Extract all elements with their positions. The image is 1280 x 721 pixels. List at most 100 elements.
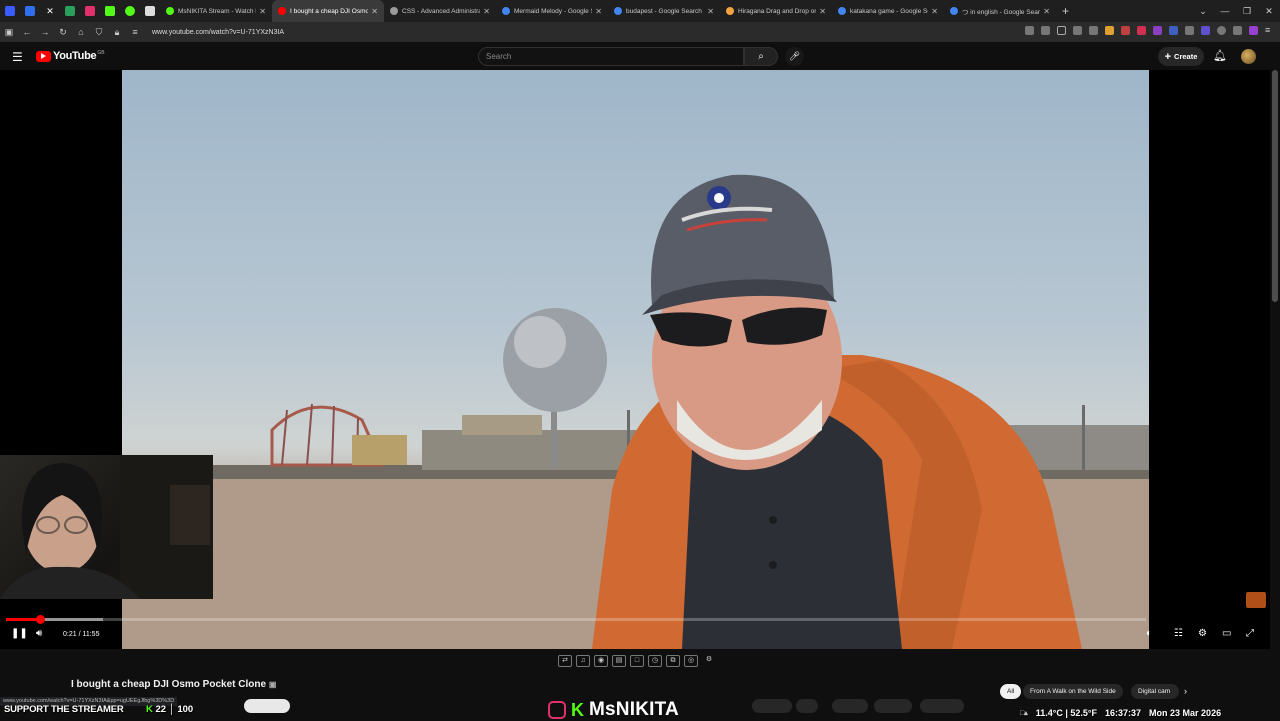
tab-close-icon[interactable]: ✕ (259, 7, 266, 16)
tab-close-icon[interactable]: ✕ (819, 7, 826, 16)
progress-bar[interactable] (6, 615, 1146, 624)
home-icon[interactable]: ⌂ (72, 27, 90, 37)
extension-icon[interactable] (1137, 26, 1146, 35)
volume-icon[interactable]: 🔊︎ (36, 628, 42, 639)
loop-icon[interactable]: ⇄ (558, 655, 572, 667)
restore-icon[interactable]: ❐ (1236, 6, 1258, 17)
tab-close-icon[interactable]: ✕ (371, 7, 378, 16)
voice-search-icon[interactable]: 🎤︎ (785, 47, 804, 66)
pinned-tab-2[interactable] (20, 0, 40, 22)
autoplay-toggle-icon[interactable]: ◐ (1146, 628, 1152, 639)
new-tab-button[interactable]: + (1062, 4, 1069, 18)
screenshot-icon[interactable]: ◎ (684, 655, 698, 667)
tab-close-icon[interactable]: ✕ (1043, 7, 1050, 16)
youtube-logo[interactable]: YouTube GB (36, 50, 105, 62)
profile-icon[interactable] (1217, 26, 1226, 35)
extension-icon[interactable] (1153, 26, 1162, 35)
pinned-tab-7[interactable] (120, 0, 140, 22)
fullscreen-icon[interactable]: ⤢ (1246, 628, 1254, 639)
stream-info-overlay: □▴ 11.4°C | 52.5°F 16:37:37 Mon 23 Mar 2… (1020, 705, 1280, 720)
extension-icon[interactable] (1105, 26, 1114, 35)
settings-gear-icon[interactable]: ⚙ (1198, 628, 1207, 639)
pip-icon[interactable]: ⧉ (666, 655, 680, 667)
cart-icon[interactable]: ▣ (269, 680, 277, 689)
back-icon[interactable]: ← (18, 27, 36, 37)
browser-tab[interactable]: MsNIKITA Stream - Watch Live✕ (160, 0, 272, 22)
browser-tab[interactable]: budapest - Google Search ✕ (608, 0, 720, 22)
save-button[interactable] (874, 699, 912, 713)
options-gear-icon[interactable]: ⚙ (702, 655, 716, 667)
extension-icon[interactable] (1121, 26, 1130, 35)
browser-tab[interactable]: Mermaid Melody - Google Sea✕ (496, 0, 608, 22)
sidebar-toggle-icon[interactable]: ▣ (0, 27, 18, 38)
extension-icon[interactable] (1169, 26, 1178, 35)
speed-icon[interactable]: ◷ (648, 655, 662, 667)
search-button[interactable]: ⌕ (744, 47, 778, 66)
youtube-logo-text: YouTube (53, 50, 97, 62)
tab-close-icon[interactable]: ✕ (931, 7, 938, 16)
captions-icon[interactable]: ☷ (1174, 628, 1183, 639)
pinned-tab-6[interactable] (100, 0, 120, 22)
pinned-tab-8[interactable] (140, 0, 160, 22)
chevron-right-icon[interactable]: › (1184, 686, 1187, 696)
hamburger-menu-icon[interactable]: ☰ (12, 50, 23, 64)
extension-icon[interactable] (1041, 26, 1050, 35)
download-icon[interactable] (1073, 26, 1082, 35)
window-icon[interactable]: □ (630, 655, 644, 667)
browser-tab[interactable]: Hiragana Drag and Drop or Ka✕ (720, 0, 832, 22)
scrollbar-thumb[interactable] (1272, 70, 1278, 302)
bookmark-star-icon[interactable] (1057, 26, 1066, 35)
dislike-button[interactable] (796, 699, 818, 713)
chip-all[interactable]: All (1000, 684, 1022, 699)
browser-tab[interactable]: つ in english - Google Search ✕ (944, 0, 1056, 22)
sphere-highlight (514, 316, 566, 368)
reload-icon[interactable]: ↻ (54, 27, 72, 38)
tab-search-icon[interactable]: ⌄ (1192, 6, 1214, 17)
system-tray-icons[interactable]: □▴ (1020, 709, 1028, 717)
forward-icon[interactable]: → (36, 27, 54, 37)
video-frame[interactable] (122, 70, 1149, 649)
account-avatar[interactable] (1241, 49, 1256, 64)
record-icon[interactable]: ◉ (594, 655, 608, 667)
extension-icon[interactable] (1025, 26, 1034, 35)
search-input[interactable]: Search (478, 47, 744, 66)
progress-scrubber[interactable] (35, 615, 45, 624)
subscribe-button[interactable] (244, 699, 290, 713)
page-scrollbar[interactable] (1270, 70, 1280, 649)
channel-watermark[interactable] (1246, 592, 1266, 608)
extension-icon[interactable] (1089, 26, 1098, 35)
chip-from-channel[interactable]: From A Walk on the Wild Side (1023, 684, 1123, 699)
lock-icon[interactable]: 🔒︎ (108, 27, 126, 38)
tab-close-icon[interactable]: ✕ (707, 7, 714, 16)
tab-favicon-icon (614, 7, 622, 15)
clip-icon[interactable]: ▤ (612, 655, 626, 667)
audio-icon[interactable]: ♫ (576, 655, 590, 667)
browser-tab[interactable]: I bought a cheap DJI Osmo ✕ (272, 0, 384, 22)
shield-icon[interactable]: ⛉ (90, 27, 108, 38)
browser-tab[interactable]: katakana game - Google Search✕ (832, 0, 944, 22)
tab-close-icon[interactable]: ✕ (483, 7, 490, 16)
pinned-tab-1[interactable] (0, 0, 20, 22)
browser-menu-icon[interactable]: ≡ (1265, 26, 1274, 35)
pinned-tab-x[interactable]: ✕ (40, 0, 60, 22)
minimize-icon[interactable]: — (1214, 6, 1236, 16)
chip-digital-cam[interactable]: Digital cam (1131, 684, 1179, 699)
close-window-icon[interactable]: ✕ (1258, 6, 1280, 17)
tab-close-icon[interactable]: ✕ (595, 7, 602, 16)
pinned-tab-4[interactable] (60, 0, 80, 22)
notifications-bell-icon[interactable]: 🔔︎ (1213, 49, 1227, 62)
extension-icon[interactable] (1201, 26, 1210, 35)
pause-icon[interactable]: ❚❚ (11, 628, 28, 639)
thanks-button[interactable] (920, 699, 964, 713)
browser-tab[interactable]: CSS - Advanced Administratio ✕ (384, 0, 496, 22)
share-button[interactable] (832, 699, 868, 713)
extension-icon[interactable] (1249, 26, 1258, 35)
like-button[interactable] (752, 699, 792, 713)
site-settings-icon[interactable]: ≡ (126, 27, 144, 37)
theater-mode-icon[interactable]: ▭ (1222, 628, 1231, 639)
pinned-tab-5[interactable] (80, 0, 100, 22)
url-field[interactable]: www.youtube.com/watch?v=U-71YXzN3IA (152, 29, 284, 36)
extension-icon[interactable] (1233, 26, 1242, 35)
extension-icon[interactable] (1185, 26, 1194, 35)
create-button[interactable]: + Create (1158, 47, 1204, 66)
